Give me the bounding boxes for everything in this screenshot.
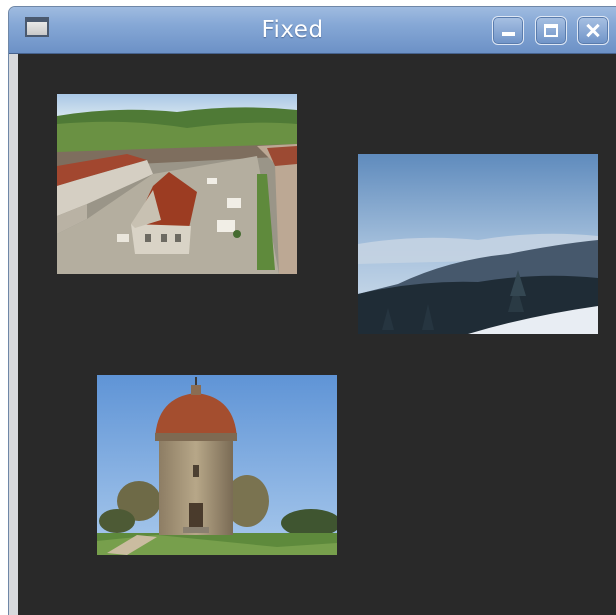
title-bar[interactable]: Fixed — [9, 7, 616, 54]
window-title: Fixed — [261, 17, 324, 43]
close-button[interactable] — [577, 16, 609, 45]
app-window: Fixed — [8, 6, 616, 615]
fixed-container — [18, 54, 616, 615]
rotunda-tower-photo — [97, 375, 337, 555]
town-square-photo — [57, 94, 297, 274]
close-icon — [578, 17, 608, 44]
maximize-icon — [544, 24, 558, 37]
minimize-button[interactable] — [492, 16, 524, 45]
winter-mountain-photo — [358, 154, 598, 334]
minimize-icon — [502, 32, 515, 36]
maximize-button[interactable] — [535, 16, 567, 45]
